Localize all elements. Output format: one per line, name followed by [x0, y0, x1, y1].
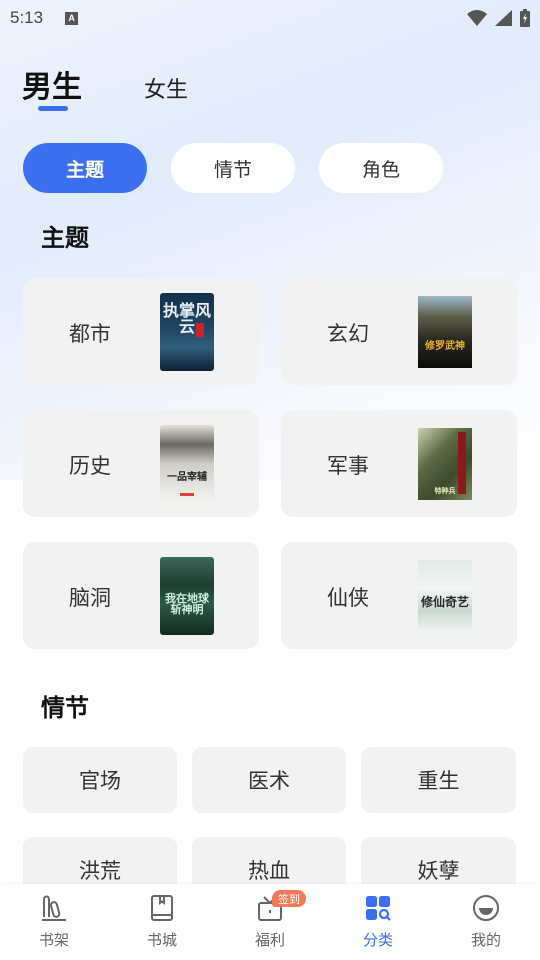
theme-card-label: 脑洞: [69, 586, 111, 610]
signal-icon: [495, 10, 512, 26]
battery-charging-icon: [520, 9, 530, 27]
book-cover-image: 一品宰辅: [160, 425, 214, 503]
book-cover-image: 我在地球斩神明: [160, 557, 214, 635]
nav-label: 分类: [362, 931, 393, 949]
plot-tag[interactable]: 官场: [23, 747, 177, 813]
filter-chips: 主题 情节 角色: [23, 143, 443, 193]
chip-plot[interactable]: 情节: [171, 143, 295, 193]
nav-label: 福利: [254, 931, 285, 949]
nav-bookstore[interactable]: 书城: [108, 884, 216, 960]
status-time: 5:13: [10, 8, 44, 27]
book-cover-image: 执掌风云: [160, 293, 214, 371]
theme-card-imagination[interactable]: 脑洞 我在地球斩神明: [23, 542, 259, 649]
book-icon: [151, 895, 173, 921]
tab-male-label: 男生: [22, 70, 82, 105]
theme-card-xianxia[interactable]: 仙侠 修仙奇艺: [281, 542, 517, 649]
profile-icon: [473, 895, 499, 921]
theme-card-label: 军事: [327, 454, 369, 478]
theme-card-label: 玄幻: [327, 322, 369, 346]
cover-title: 修仙奇艺: [420, 595, 469, 609]
plot-tag[interactable]: 重生: [361, 747, 516, 813]
category-icon: [366, 896, 391, 921]
plot-grid: 官场 医术 重生 洪荒 热血 妖孽: [23, 747, 517, 903]
tab-male[interactable]: 男生: [22, 62, 82, 111]
theme-card-label: 仙侠: [327, 586, 369, 610]
nav-category[interactable]: 分类: [324, 884, 432, 960]
active-tab-indicator: [38, 106, 68, 111]
bottom-nav: 书架 书城 签到 福利 分类 我的: [0, 884, 540, 960]
cover-title-banner: [458, 432, 466, 494]
theme-card-label: 都市: [69, 322, 111, 346]
cover-title: 我在地球斩神明: [165, 592, 209, 616]
nav-label: 书架: [38, 931, 69, 949]
theme-card-urban[interactable]: 都市 执掌风云: [23, 278, 259, 385]
tab-female[interactable]: 女生: [144, 72, 188, 104]
cover-tag: [180, 493, 194, 496]
gender-tabs: 男生 女生: [22, 62, 188, 111]
chip-theme[interactable]: 主题: [23, 143, 147, 193]
keyboard-a-icon: A: [65, 11, 79, 25]
nav-profile[interactable]: 我的: [432, 884, 540, 960]
cover-title: 执掌风云: [162, 301, 211, 336]
theme-card-fantasy[interactable]: 玄幻 修罗武神: [281, 278, 517, 385]
plot-tag[interactable]: 医术: [192, 747, 346, 813]
cover-title: 特种兵: [434, 487, 456, 495]
cover-seal: [196, 323, 204, 337]
cover-title: 修罗武神: [425, 341, 465, 352]
bookshelf-icon: [42, 895, 66, 921]
theme-card-label: 历史: [69, 454, 111, 478]
theme-card-history[interactable]: 历史 一品宰辅: [23, 410, 259, 517]
tab-female-label: 女生: [144, 78, 189, 103]
theme-grid: 都市 执掌风云 玄幻 修罗武神 历史 一品宰辅 军事 特种兵 脑洞 我在地球斩神…: [23, 278, 517, 649]
nav-label: 书城: [146, 931, 177, 949]
section-title-plot: 情节: [41, 694, 89, 722]
book-cover-image: 特种兵: [418, 428, 472, 500]
wifi-icon: [467, 10, 487, 26]
nav-bookshelf[interactable]: 书架: [0, 884, 108, 960]
sign-in-badge: 签到: [272, 890, 306, 907]
book-cover-image: 修仙奇艺: [418, 560, 472, 632]
nav-label: 我的: [470, 931, 501, 949]
status-bar: 5:13 A: [0, 0, 540, 36]
cover-title: 一品宰辅: [167, 472, 207, 483]
section-title-theme: 主题: [41, 224, 89, 252]
nav-welfare[interactable]: 签到 福利: [216, 884, 324, 960]
book-cover-image: 修罗武神: [418, 296, 472, 368]
theme-card-military[interactable]: 军事 特种兵: [281, 410, 517, 517]
chip-role[interactable]: 角色: [319, 143, 443, 193]
